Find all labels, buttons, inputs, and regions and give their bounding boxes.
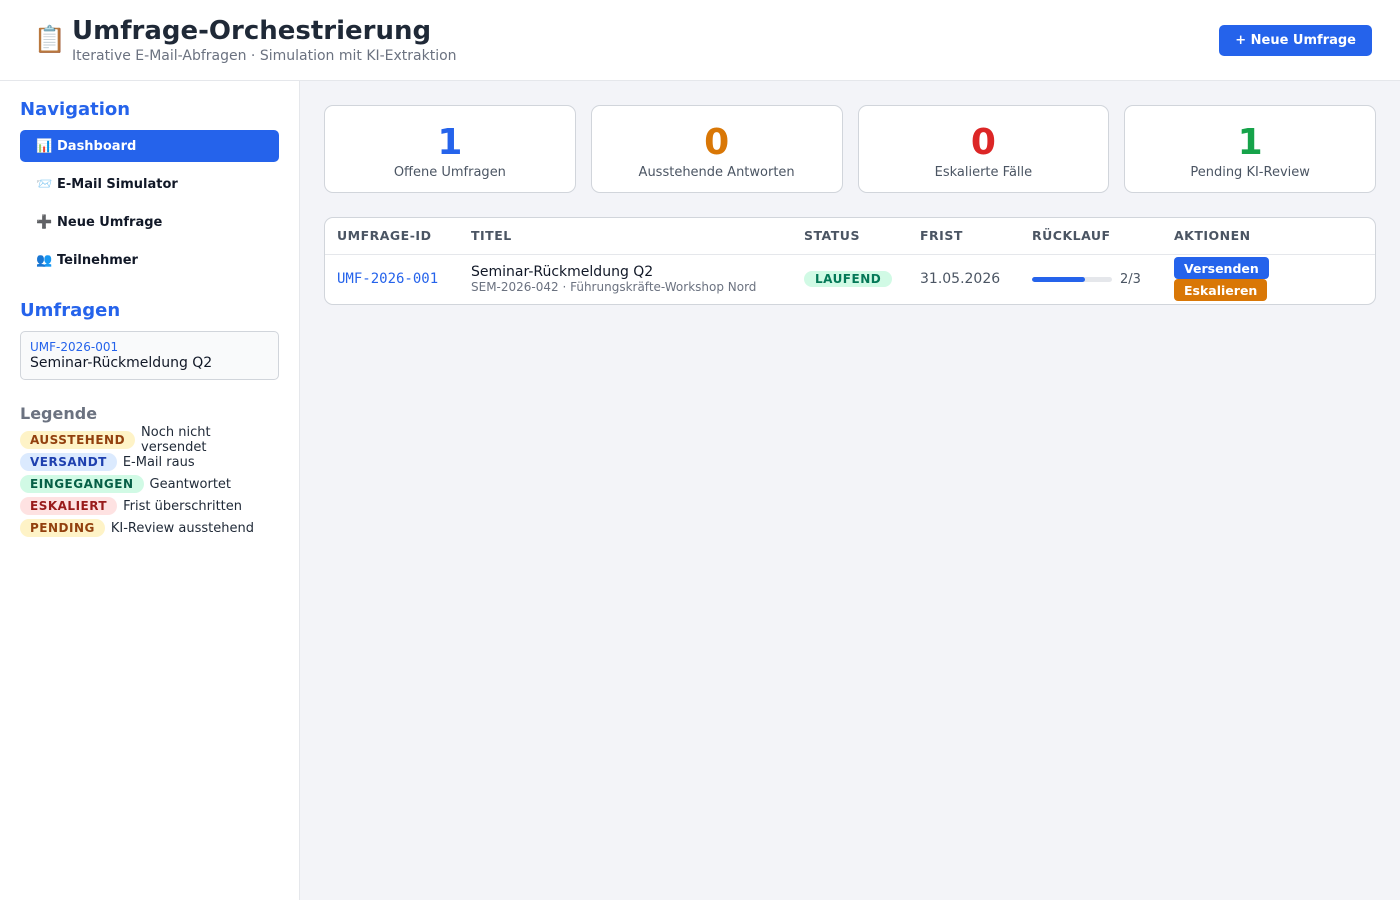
- legend-desc: Geantwortet: [149, 476, 232, 492]
- stat-value: 1: [437, 121, 463, 163]
- stat-card-pending-answers: 0 Ausstehende Antworten: [590, 105, 843, 193]
- legend-item: VERSANDT E-Mail raus: [20, 453, 279, 471]
- sidebar-item-label: E-Mail Simulator: [57, 176, 178, 192]
- status-badge: EINGEGANGEN: [20, 475, 144, 493]
- sidebar-item-label: Teilnehmer: [57, 252, 138, 268]
- column-header: UMFRAGE-ID: [325, 218, 459, 255]
- column-header: AKTIONEN: [1162, 218, 1375, 255]
- column-header: STATUS: [792, 218, 908, 255]
- sidebar: Navigation 📊 Dashboard 📨 E-Mail Simulato…: [0, 81, 300, 900]
- header-titles: Umfrage-Orchestrierung Iterative E-Mail-…: [72, 16, 457, 64]
- legend-desc: Frist überschritten: [123, 498, 242, 514]
- page-subtitle: Iterative E-Mail-Abfragen · Simulation m…: [72, 48, 457, 64]
- stat-card-ki-review: 1 Pending KI-Review: [1124, 105, 1376, 193]
- survey-list-item[interactable]: UMF-2026-001 Seminar-Rückmeldung Q2: [20, 331, 279, 380]
- page-title: Umfrage-Orchestrierung: [72, 16, 432, 46]
- stat-card-open-surveys: 1 Offene Umfragen: [324, 105, 576, 193]
- status-badge: LAUFEND: [804, 271, 893, 288]
- sidebar-item-new-survey[interactable]: ➕ Neue Umfrage: [20, 206, 279, 238]
- legend-desc: KI-Review ausstehend: [110, 520, 254, 536]
- stat-value: 1: [1237, 121, 1263, 163]
- progress-bar: [1032, 276, 1112, 282]
- legend-item: PENDING KI-Review ausstehend: [20, 519, 279, 537]
- column-header: RÜCKLAUF: [1020, 218, 1162, 255]
- legend-title: Legende: [20, 404, 98, 423]
- legend-desc: Noch nicht versendet: [141, 425, 211, 455]
- plus-icon: ➕: [36, 214, 53, 230]
- column-header: FRIST: [908, 218, 1020, 255]
- legend-desc: E-Mail raus: [122, 454, 195, 470]
- chart-icon: 📊: [36, 138, 53, 154]
- clipboard-icon: 📋: [33, 25, 67, 55]
- status-badge: VERSANDT: [20, 453, 117, 471]
- sidebar-item-dashboard[interactable]: 📊 Dashboard: [20, 130, 279, 162]
- main-content: 1 Offene Umfragen 0 Ausstehende Antworte…: [300, 81, 1400, 900]
- status-badge: PENDING: [20, 519, 105, 537]
- stat-value: 0: [970, 121, 996, 163]
- legend-item: ESKALIERT Frist überschritten: [20, 497, 279, 515]
- survey-id: UMF-2026-001: [30, 340, 119, 354]
- surveys-title: Umfragen: [20, 300, 121, 321]
- legend-item: AUSSTEHEND Noch nicht versendet: [20, 425, 279, 455]
- status-badge: AUSSTEHEND: [20, 431, 136, 449]
- survey-title: Seminar-Rückmeldung Q2: [30, 355, 213, 371]
- send-button[interactable]: Versenden: [1174, 257, 1269, 280]
- stat-label: Pending KI-Review: [1190, 164, 1310, 180]
- survey-subtitle: SEM-2026-042 · Führungskräfte-Workshop N…: [471, 280, 757, 295]
- sidebar-item-label: Dashboard: [57, 138, 137, 154]
- app-header: 📋 Umfrage-Orchestrierung Iterative E-Mai…: [0, 0, 1400, 81]
- stat-label: Offene Umfragen: [393, 164, 506, 180]
- legend-item: EINGEGANGEN Geantwortet: [20, 475, 279, 493]
- sidebar-item-email-simulator[interactable]: 📨 E-Mail Simulator: [20, 168, 279, 200]
- surveys-table: UMFRAGE-ID TITEL STATUS FRIST RÜCKLAUF A…: [324, 217, 1376, 305]
- return-progress: 2/3: [1032, 272, 1150, 287]
- stats-row: 1 Offene Umfragen 0 Ausstehende Antworte…: [324, 105, 1376, 193]
- sidebar-item-participants[interactable]: 👥 Teilnehmer: [20, 244, 279, 276]
- nav-title: Navigation: [20, 99, 131, 120]
- stat-label: Ausstehende Antworten: [638, 164, 795, 180]
- stat-label: Eskalierte Fälle: [934, 164, 1033, 180]
- return-ratio: 2/3: [1120, 271, 1141, 287]
- people-icon: 👥: [36, 252, 53, 268]
- new-survey-button[interactable]: + Neue Umfrage: [1219, 25, 1372, 56]
- escalate-button[interactable]: Eskalieren: [1174, 279, 1268, 302]
- progress-fill: [1032, 276, 1086, 282]
- sidebar-item-label: Neue Umfrage: [57, 214, 163, 230]
- status-badge: ESKALIERT: [20, 497, 118, 515]
- survey-id-link[interactable]: UMF-2026-001: [337, 271, 438, 287]
- column-header: TITEL: [459, 218, 792, 255]
- table-header-row: UMFRAGE-ID TITEL STATUS FRIST RÜCKLAUF A…: [325, 218, 1375, 255]
- envelope-icon: 📨: [36, 176, 53, 192]
- deadline: 31.05.2026: [920, 271, 1001, 288]
- table-row[interactable]: UMF-2026-001 Seminar-Rückmeldung Q2 SEM-…: [325, 254, 1375, 304]
- stat-value: 0: [704, 121, 730, 163]
- survey-title: Seminar-Rückmeldung Q2: [471, 264, 654, 281]
- stat-card-escalated: 0 Eskalierte Fälle: [857, 105, 1110, 193]
